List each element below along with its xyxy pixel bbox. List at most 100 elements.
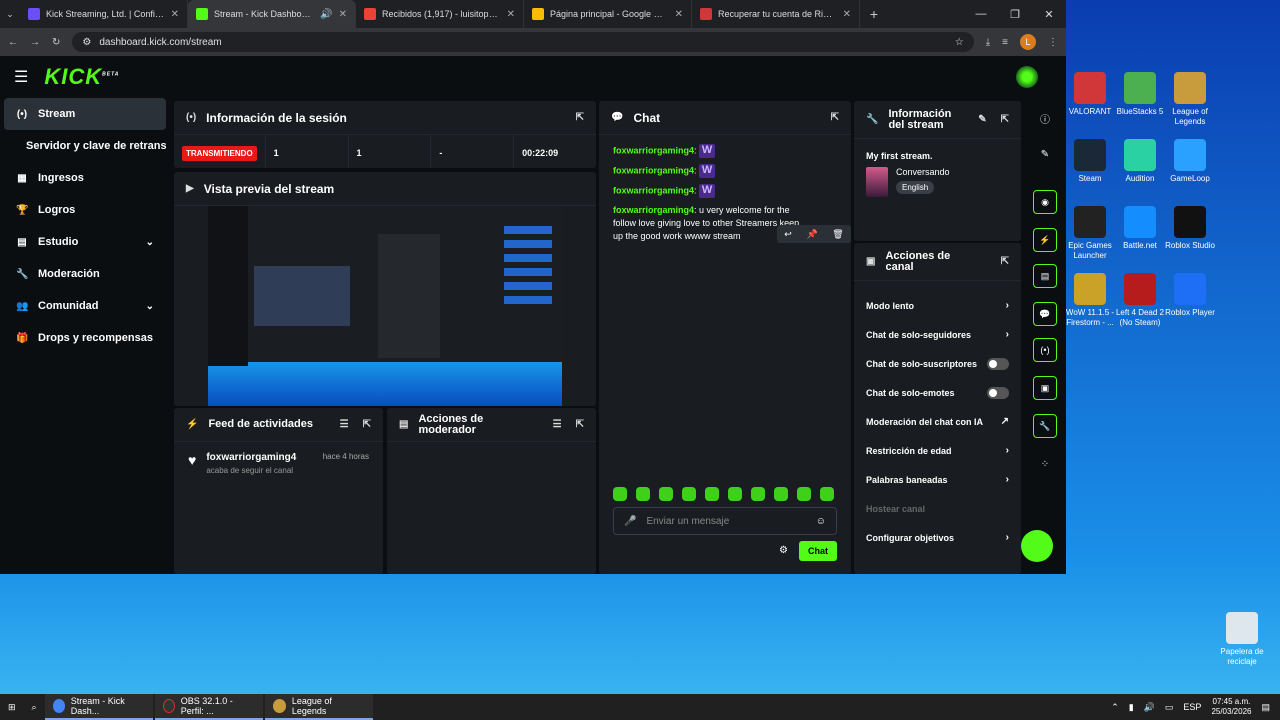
close-tab-icon[interactable]: ✕	[843, 9, 851, 20]
toggle-switch[interactable]	[987, 357, 1009, 370]
emote-icon[interactable]	[820, 487, 834, 501]
broadcast-icon[interactable]: (•)	[1033, 338, 1057, 362]
pin-icon[interactable]: 📌	[806, 229, 817, 240]
close-tab-icon[interactable]: ✕	[507, 9, 515, 20]
chat-input[interactable]: 🎤 Enviar un mensaje ☺	[613, 507, 837, 535]
wrench-icon[interactable]: 🔧	[1033, 414, 1057, 438]
forward-icon[interactable]: →	[30, 37, 40, 48]
notifications-icon[interactable]: ▤	[1261, 702, 1270, 713]
sidebar-item-logros[interactable]: 🏆 Logros	[4, 194, 166, 226]
lightning-icon[interactable]: ⚡	[1033, 228, 1057, 252]
channel-action-item[interactable]: Modo lento ›	[854, 291, 1021, 320]
extensions-icon[interactable]: ≡	[1002, 37, 1008, 48]
profile-avatar[interactable]: L	[1020, 34, 1036, 50]
chat-message[interactable]: foxwarriorgaming4: W	[599, 181, 851, 201]
emote-icon[interactable]	[728, 487, 742, 501]
microphone-icon[interactable]: 🎤	[624, 516, 636, 527]
popout-icon[interactable]: ⇱	[1001, 256, 1009, 267]
network-icon[interactable]: ▭	[1165, 702, 1174, 713]
sidebar-item-ingresos[interactable]: ▦ Ingresos	[4, 162, 166, 194]
sidebar-item-comunidad[interactable]: 👥 Comunidad ⌄	[4, 290, 166, 322]
emote-icon[interactable]	[682, 487, 696, 501]
popout-icon[interactable]: ⇱	[576, 419, 584, 430]
desktop-icon[interactable]: Roblox Studio	[1162, 206, 1218, 251]
desktop-icon[interactable]: Epic Games Launcher	[1062, 206, 1118, 261]
chat-message[interactable]: foxwarriorgaming4: W	[599, 161, 851, 181]
kick-help-button[interactable]	[1021, 530, 1053, 562]
kick-logo[interactable]: KICKBETA	[44, 64, 119, 90]
filter-icon[interactable]: ☰	[340, 419, 349, 430]
emote-icon[interactable]	[659, 487, 673, 501]
channel-action-item[interactable]: Moderación del chat con IA ↗	[854, 407, 1021, 436]
tab-drive[interactable]: Página principal - Google Drive ✕	[524, 0, 692, 28]
camera-icon[interactable]: ◉	[1033, 190, 1057, 214]
stream-preview-video[interactable]	[208, 206, 562, 406]
taskbar-app-obs[interactable]: OBS 32.1.0 - Perfil: ...	[154, 694, 263, 720]
channel-action-item[interactable]: Restricción de edad ›	[854, 436, 1021, 465]
new-tab-button[interactable]: +	[860, 6, 888, 22]
emote-icon[interactable]	[705, 487, 719, 501]
desktop-icon[interactable]: GameLoop	[1162, 139, 1218, 184]
menu-icon[interactable]: ⋮	[1048, 37, 1058, 48]
sidebar-item-estudio[interactable]: ▤ Estudio ⌄	[4, 226, 166, 258]
speaker-icon[interactable]: 🔊	[320, 9, 332, 20]
desktop-icon[interactable]: VALORANT	[1062, 72, 1118, 117]
channel-icon[interactable]: ▣	[1033, 376, 1057, 400]
channel-action-item[interactable]: Chat de solo-seguidores ›	[854, 320, 1021, 349]
trash-icon[interactable]: 🗑	[832, 229, 843, 240]
back-icon[interactable]: ←	[8, 37, 18, 48]
close-tab-icon[interactable]: ✕	[675, 9, 683, 20]
close-tab-icon[interactable]: ✕	[339, 9, 347, 20]
tab-riot[interactable]: Recuperar tu cuenta de Riot - ¿ ✕	[692, 0, 860, 28]
tab-kick-dashboard[interactable]: Stream - Kick Dashboard 🔊 ✕	[188, 0, 356, 28]
channel-action-item[interactable]: Palabras baneadas ›	[854, 465, 1021, 494]
download-icon[interactable]: ⤓	[986, 37, 990, 48]
emote-icon[interactable]	[797, 487, 811, 501]
emote-icon[interactable]	[751, 487, 765, 501]
toggle-switch[interactable]	[987, 386, 1009, 399]
recycle-bin[interactable]: Papelera de reciclaje	[1214, 612, 1270, 667]
chat-bubble-icon[interactable]: 💬	[1033, 302, 1057, 326]
tab-kick-config[interactable]: Kick Streaming, Ltd. | Configura ✕	[20, 0, 188, 28]
desktop-icon[interactable]: Battle.net	[1112, 206, 1168, 251]
popout-icon[interactable]: ⇱	[831, 112, 839, 123]
hamburger-menu-icon[interactable]: ☰	[14, 67, 28, 87]
desktop-icon[interactable]: BlueStacks 5	[1112, 72, 1168, 117]
pencil-icon[interactable]: ✎	[1033, 142, 1057, 166]
reply-icon[interactable]: ↩	[784, 229, 792, 240]
chat-settings-icon[interactable]: ⚙	[779, 545, 788, 556]
document-icon[interactable]: ▤	[1033, 264, 1057, 288]
taskbar-app-lol[interactable]: League of Legends	[264, 694, 373, 720]
site-info-icon[interactable]: ⚙	[82, 37, 91, 48]
taskbar-app-chrome[interactable]: Stream - Kick Dash...	[44, 694, 153, 720]
filter-icon[interactable]: ☰	[553, 419, 562, 430]
emoji-icon[interactable]: ☺	[816, 516, 826, 527]
sidebar-item-drops[interactable]: 🎁 Drops y recompensas	[4, 322, 166, 354]
popout-icon[interactable]: ⇱	[1001, 114, 1009, 125]
volume-icon[interactable]: 🔊	[1144, 702, 1155, 713]
clock[interactable]: 07:45 a.m. 25/03/2026	[1211, 697, 1251, 717]
emote-icon[interactable]	[613, 487, 627, 501]
close-tab-icon[interactable]: ✕	[171, 9, 179, 20]
sidebar-item-moderacion[interactable]: 🔧 Moderación	[4, 258, 166, 290]
url-field[interactable]: ⚙ dashboard.kick.com/stream ☆	[72, 32, 974, 52]
usb-icon[interactable]: ▮	[1129, 702, 1134, 713]
search-icon[interactable]: ⌕	[24, 694, 45, 720]
desktop-icon[interactable]: Audition	[1112, 139, 1168, 184]
close-window-button[interactable]: ✕	[1032, 8, 1066, 21]
language-indicator[interactable]: ESP	[1183, 702, 1201, 712]
desktop-icon[interactable]: WoW 11.1.5 - Firestorm - ...	[1062, 273, 1118, 328]
minimize-button[interactable]: —	[964, 8, 998, 21]
reload-icon[interactable]: ↻	[52, 37, 60, 48]
tab-list-icon[interactable]: ⌄	[0, 9, 20, 20]
desktop-icon[interactable]: League of Legends	[1162, 72, 1218, 127]
desktop-icon[interactable]: Left 4 Dead 2 (No Steam)	[1112, 273, 1168, 328]
channel-action-item[interactable]: Chat de solo-emotes	[854, 378, 1021, 407]
channel-action-item[interactable]: Hostear canal	[854, 494, 1021, 523]
channel-action-item[interactable]: Chat de solo-suscriptores	[854, 349, 1021, 378]
desktop-icon[interactable]: Steam	[1062, 139, 1118, 184]
send-chat-button[interactable]: Chat	[799, 541, 837, 561]
channel-action-item[interactable]: Configurar objetivos ›	[854, 523, 1021, 552]
popout-icon[interactable]: ⇱	[576, 112, 584, 123]
desktop-icon[interactable]: Roblox Player	[1162, 273, 1218, 318]
